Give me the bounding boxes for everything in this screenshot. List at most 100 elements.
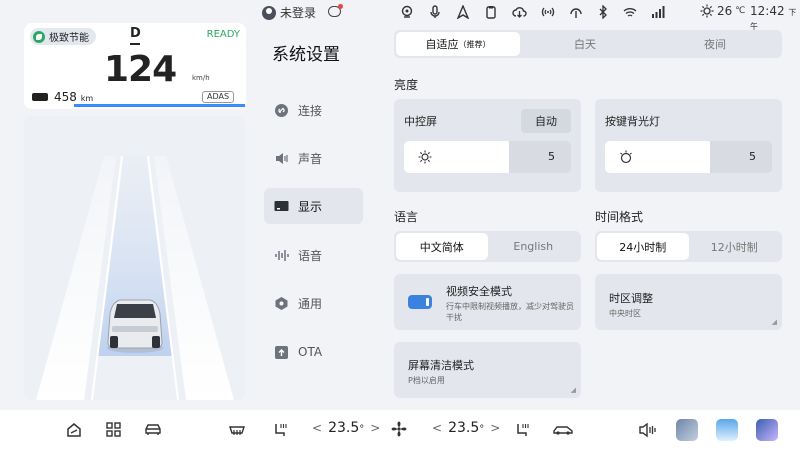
theme-option-night[interactable]: 夜间 bbox=[650, 32, 780, 56]
time-format-section-label: 时间格式 bbox=[595, 210, 644, 224]
car-control-icon[interactable] bbox=[144, 422, 162, 441]
left-temp-decrease-button[interactable]: < bbox=[312, 421, 322, 435]
display-icon bbox=[274, 199, 289, 214]
corner-resize-icon: ◢ bbox=[771, 318, 777, 326]
right-temp-value: 23.5 bbox=[448, 420, 480, 436]
eco-mode-label: 极致节能 bbox=[49, 33, 89, 44]
user-login[interactable]: 未登录 bbox=[262, 4, 316, 21]
screen-clean-card[interactable]: 屏幕清洁模式 P档以启用 ◢ bbox=[394, 342, 581, 398]
leaf-icon bbox=[33, 30, 45, 43]
center-screen-brightness-slider[interactable]: 5 bbox=[404, 141, 571, 173]
left-temp-increase-button[interactable]: > bbox=[370, 421, 380, 435]
driving-info-card: 极致节能 D READY 124 km/h 458 km ADAS bbox=[24, 23, 246, 109]
screen-clean-description: P档以启用 bbox=[408, 376, 445, 385]
language-section-label: 语言 bbox=[394, 210, 419, 224]
theme-night-label: 夜间 bbox=[704, 38, 726, 51]
theme-segmented-control: 自适应 （推荐） 白天 夜间 bbox=[394, 30, 782, 58]
seat-heat-right-icon[interactable] bbox=[514, 422, 530, 442]
menu-item-sound[interactable]: 声音 bbox=[264, 140, 363, 176]
adas-label: ADAS bbox=[207, 92, 230, 101]
right-temp-unit: ° bbox=[479, 424, 485, 435]
navigation-icon bbox=[456, 4, 470, 23]
theme-recommended-label: （推荐） bbox=[458, 39, 491, 49]
left-temp-readout: 23.5° bbox=[328, 420, 364, 436]
menu-item-connection[interactable]: 连接 bbox=[264, 92, 363, 128]
message-icon[interactable] bbox=[328, 4, 343, 17]
left-temp-value: 23.5 bbox=[328, 420, 360, 436]
menu-label-general: 通用 bbox=[298, 296, 323, 311]
menu-item-voice[interactable]: 语音 bbox=[264, 237, 363, 273]
corner-resize-icon: ◢ bbox=[570, 386, 576, 394]
volume-icon[interactable] bbox=[638, 422, 656, 442]
language-segmented-control: 中文简体 English bbox=[394, 231, 581, 262]
apps-grid-icon[interactable] bbox=[106, 422, 121, 441]
auto-brightness-label: 自动 bbox=[535, 115, 557, 128]
left-temp-unit: ° bbox=[359, 424, 365, 435]
speed-value: 124 bbox=[104, 49, 177, 90]
fan-icon[interactable] bbox=[390, 420, 408, 442]
home-icon[interactable] bbox=[66, 422, 82, 442]
seat-heat-left-icon[interactable] bbox=[272, 422, 288, 442]
bottom-dock: < 23.5° > < 23.5° > bbox=[0, 410, 800, 450]
user-login-label: 未登录 bbox=[280, 6, 317, 20]
right-temp-readout: 23.5° bbox=[448, 420, 484, 436]
rear-defrost-icon[interactable] bbox=[228, 422, 246, 441]
theme-adaptive-label: 自适应 bbox=[425, 38, 459, 51]
hotspot-icon bbox=[569, 5, 583, 23]
key-backlight-slider[interactable]: 5 bbox=[605, 141, 772, 173]
left-temperature-control: < 23.5° > bbox=[312, 420, 380, 436]
time-format-12h[interactable]: 12小时制 bbox=[689, 233, 781, 260]
language-option-english[interactable]: English bbox=[488, 233, 580, 260]
clipboard-icon bbox=[484, 5, 498, 23]
range-value: 458 bbox=[54, 90, 77, 104]
brightness-sun-icon bbox=[418, 150, 432, 164]
theme-option-adaptive[interactable]: 自适应 （推荐） bbox=[396, 32, 520, 56]
time-format-24h[interactable]: 24小时制 bbox=[597, 233, 689, 260]
auto-brightness-button[interactable]: 自动 bbox=[521, 109, 571, 133]
time-format-segmented-control: 24小时制 12小时制 bbox=[595, 231, 782, 262]
right-temp-decrease-button[interactable]: < bbox=[432, 421, 442, 435]
right-temp-increase-button[interactable]: > bbox=[490, 421, 500, 435]
range-unit: km bbox=[80, 94, 94, 103]
video-safety-toggle[interactable] bbox=[408, 295, 432, 309]
weather: 26 ℃ bbox=[700, 4, 745, 18]
bluetooth-icon bbox=[597, 4, 609, 23]
menu-item-display[interactable]: 显示 bbox=[264, 188, 363, 224]
menu-item-general[interactable]: 通用 bbox=[264, 285, 363, 321]
key-backlight-title: 按键背光灯 bbox=[605, 115, 660, 128]
status-icons bbox=[400, 4, 665, 23]
theme-option-day[interactable]: 白天 bbox=[520, 32, 650, 56]
menu-label-display: 显示 bbox=[298, 199, 323, 214]
screen-clean-title: 屏幕清洁模式 bbox=[408, 359, 474, 372]
timezone-card[interactable]: 时区调整 中央时区 ◢ bbox=[595, 274, 782, 330]
car-icon bbox=[107, 299, 163, 353]
sun-icon bbox=[700, 4, 714, 18]
weather-app-icon[interactable] bbox=[716, 419, 738, 441]
voice-icon bbox=[274, 248, 289, 263]
wallpaper-app-icon[interactable] bbox=[756, 419, 778, 441]
status-bar: 未登录 26 ℃ 12:42 下午 bbox=[250, 0, 800, 31]
eco-mode-badge[interactable]: 极致节能 bbox=[30, 28, 96, 45]
adas-badge: ADAS bbox=[202, 91, 235, 103]
language-english-label: English bbox=[513, 240, 554, 253]
video-safety-title: 视频安全模式 bbox=[446, 285, 512, 298]
timezone-value: 中央时区 bbox=[609, 309, 641, 318]
video-safety-card: 视频安全模式 行车中限制视频播放，减少对驾驶员干扰 bbox=[394, 274, 581, 330]
menu-item-ota[interactable]: OTA bbox=[264, 334, 363, 370]
vehicle-icon[interactable] bbox=[552, 422, 574, 440]
menu-label-connection: 连接 bbox=[298, 103, 323, 118]
menu-label-ota: OTA bbox=[298, 345, 323, 359]
range-readout: 458 km bbox=[54, 90, 93, 104]
upload-icon bbox=[274, 345, 289, 360]
center-screen-brightness-value: 5 bbox=[548, 150, 555, 163]
time-format-12h-label: 12小时制 bbox=[710, 240, 758, 254]
page-title: 系统设置 bbox=[272, 45, 340, 65]
backlight-bulb-icon bbox=[620, 150, 632, 164]
video-safety-text: 视频安全模式 行车中限制视频播放，减少对驾驶员干扰 bbox=[446, 283, 574, 323]
gallery-app-icon[interactable] bbox=[676, 419, 698, 441]
video-safety-description: 行车中限制视频播放，减少对驾驶员干扰 bbox=[446, 302, 574, 322]
notification-dot bbox=[338, 4, 343, 9]
microphone-icon bbox=[428, 5, 442, 23]
language-option-chinese[interactable]: 中文简体 bbox=[396, 233, 488, 260]
key-backlight-card: 按键背光灯 5 bbox=[595, 99, 782, 192]
